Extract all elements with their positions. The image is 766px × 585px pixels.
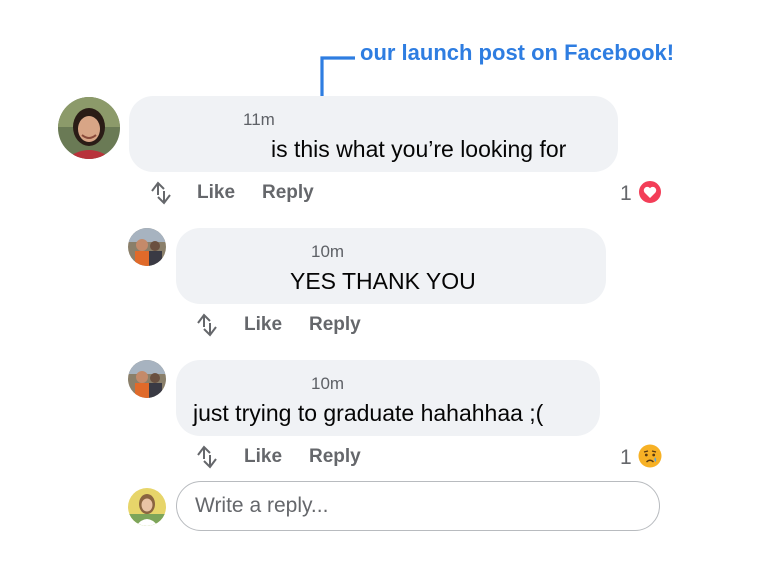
avatar[interactable] bbox=[128, 488, 166, 526]
like-button[interactable]: Like bbox=[244, 314, 282, 336]
reply-button[interactable]: Reply bbox=[309, 446, 361, 468]
avatar[interactable] bbox=[128, 360, 166, 398]
reaction-count[interactable]: 1 bbox=[620, 182, 632, 206]
comment-text: is this what you’re looking for bbox=[271, 136, 567, 162]
avatar[interactable] bbox=[128, 228, 166, 266]
annotation-label: our launch post on Facebook! bbox=[360, 40, 675, 65]
comment-text: YES THANK YOU bbox=[290, 268, 476, 294]
comment-timestamp[interactable]: 10m bbox=[311, 374, 344, 394]
reaction-count[interactable]: 1 bbox=[620, 446, 632, 470]
share-icon[interactable] bbox=[147, 180, 175, 206]
reply-button[interactable]: Reply bbox=[309, 314, 361, 336]
comment-timestamp[interactable]: 11m bbox=[243, 110, 275, 130]
like-button[interactable]: Like bbox=[197, 182, 235, 204]
reply-input[interactable] bbox=[176, 481, 660, 531]
like-button[interactable]: Like bbox=[244, 446, 282, 468]
comment-thread: our launch post on Facebook! 11m is this… bbox=[0, 0, 766, 585]
comment-text: just trying to graduate hahahhaa ;( bbox=[193, 400, 544, 426]
share-icon[interactable] bbox=[193, 312, 221, 338]
sad-tear-emoji-icon[interactable] bbox=[638, 444, 662, 468]
heart-icon[interactable] bbox=[638, 180, 662, 204]
reply-button[interactable]: Reply bbox=[262, 182, 314, 204]
share-icon[interactable] bbox=[193, 444, 221, 470]
comment-timestamp[interactable]: 10m bbox=[311, 242, 344, 262]
avatar[interactable] bbox=[58, 97, 120, 159]
